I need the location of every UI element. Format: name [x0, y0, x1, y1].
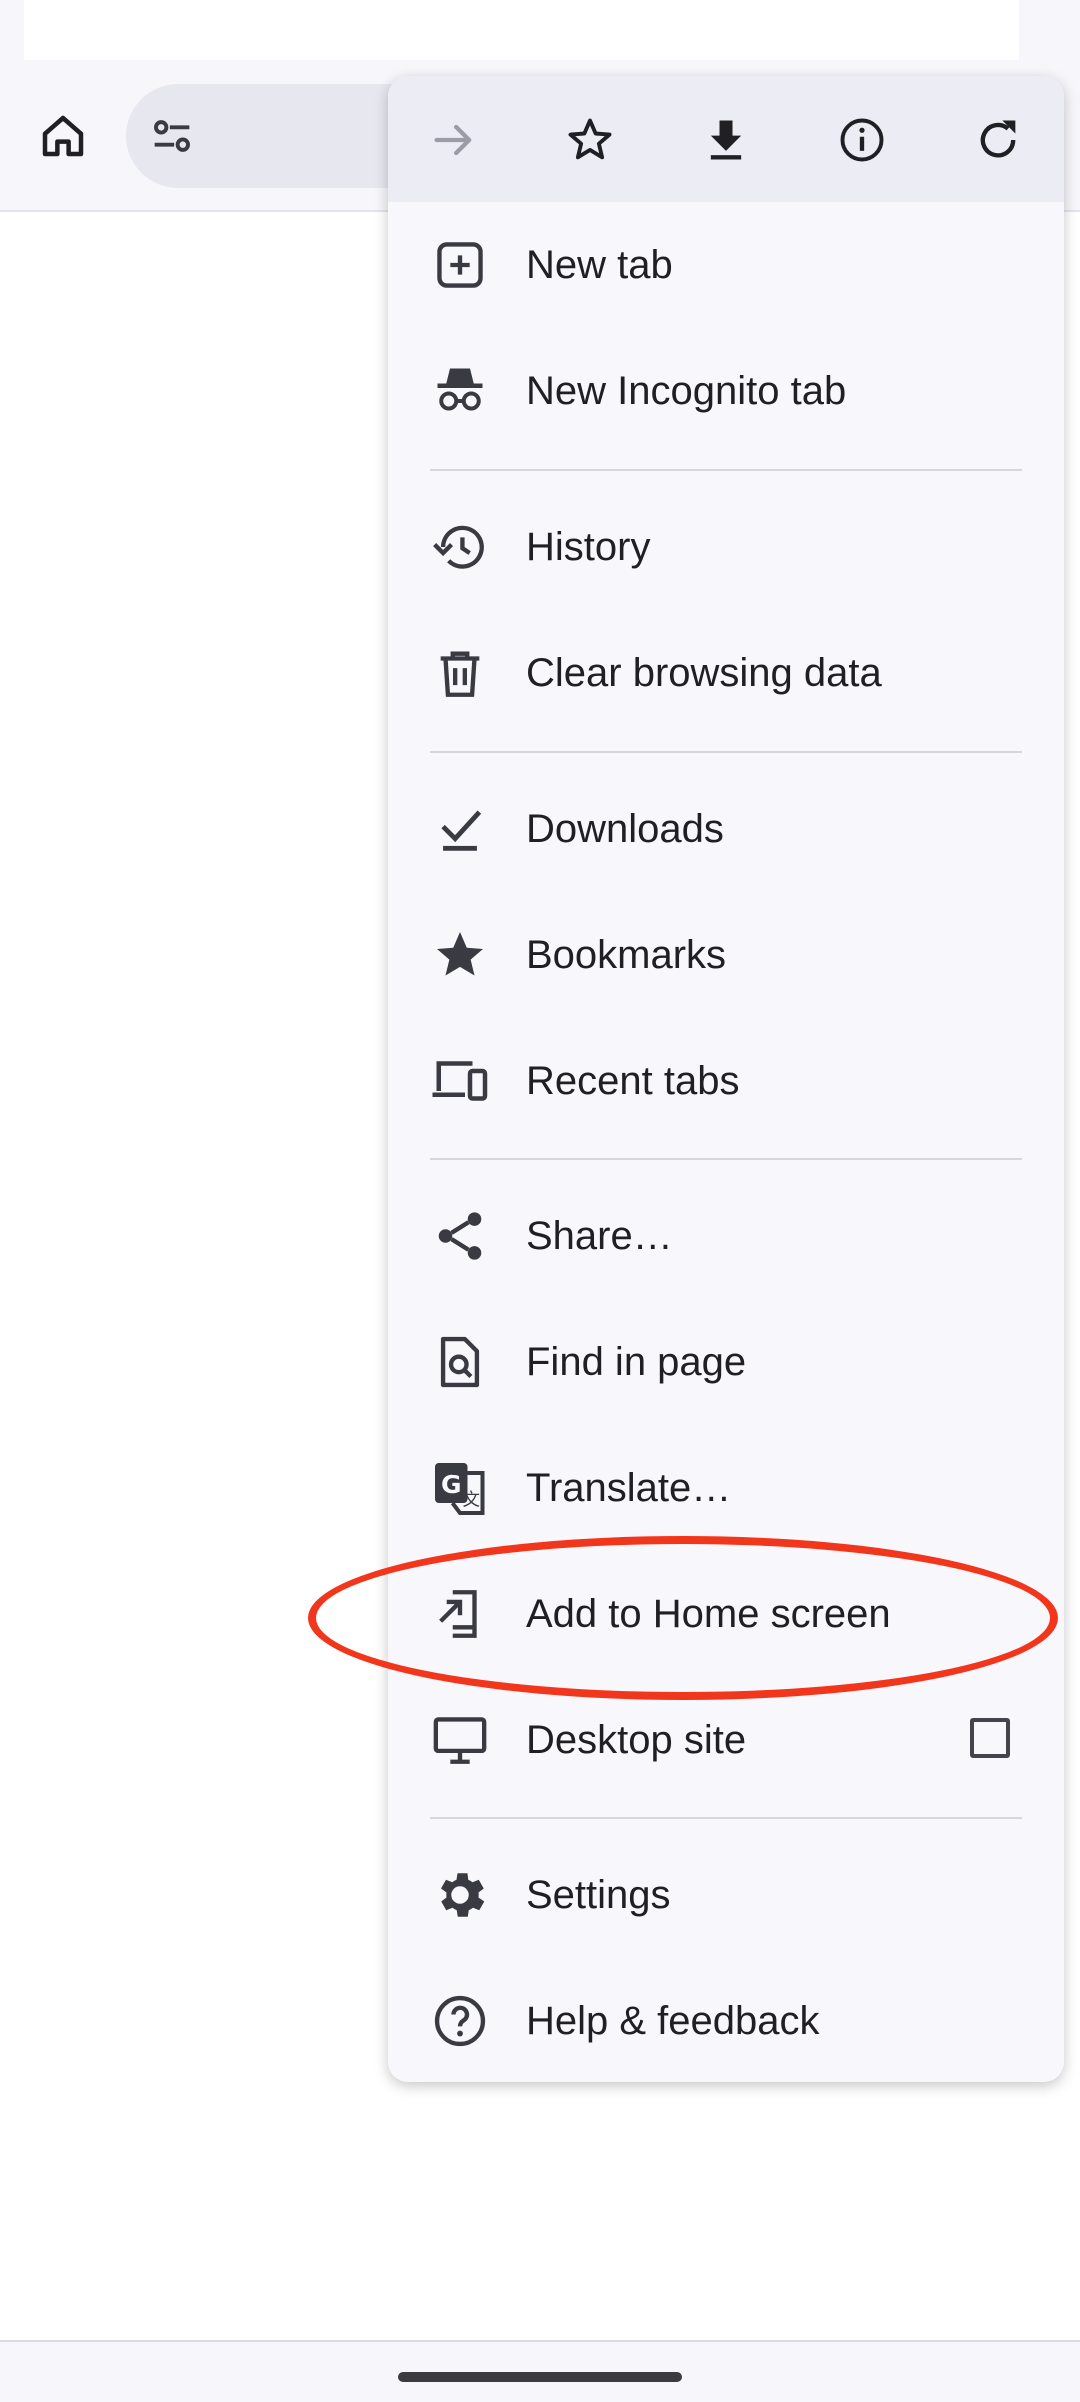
- help-icon: [430, 1991, 490, 2051]
- menu-item-label: Clear browsing data: [526, 651, 882, 695]
- menu-item-label: New Incognito tab: [526, 369, 847, 413]
- tune-icon[interactable]: [146, 110, 198, 162]
- home-icon[interactable]: [30, 103, 96, 169]
- download-done-icon: [430, 799, 490, 859]
- trash-icon: [430, 643, 490, 703]
- menu-item-label: Add to Home screen: [526, 1592, 891, 1636]
- page-content: [0, 212, 388, 2342]
- menu-item-label: History: [526, 525, 651, 569]
- menu-item-share[interactable]: Share…: [388, 1173, 1064, 1299]
- info-icon[interactable]: [830, 108, 894, 172]
- menu-item-label: Translate…: [526, 1466, 732, 1510]
- menu-item-find-in-page[interactable]: Find in page: [388, 1299, 1064, 1425]
- menu-item-label: Desktop site: [526, 1718, 747, 1762]
- menu-item-clear-browsing-data[interactable]: Clear browsing data: [388, 610, 1064, 736]
- menu-item-recent-tabs[interactable]: Recent tabs: [388, 1018, 1064, 1144]
- menu-item-label: Settings: [526, 1873, 671, 1917]
- menu-item-desktop-site[interactable]: Desktop site: [388, 1677, 1064, 1803]
- menu-icon-row: [388, 76, 1064, 202]
- share-icon: [430, 1206, 490, 1266]
- menu-item-label: Bookmarks: [526, 933, 727, 977]
- menu-item-label: Find in page: [526, 1340, 747, 1384]
- download-icon[interactable]: [694, 108, 758, 172]
- system-nav-bar: [0, 2340, 1080, 2402]
- menu-item-settings[interactable]: Settings: [388, 1832, 1064, 1958]
- add-to-home-icon: [430, 1584, 490, 1644]
- incognito-icon: [430, 361, 490, 421]
- menu-item-downloads[interactable]: Downloads: [388, 766, 1064, 892]
- menu-item-new-incognito-tab[interactable]: New Incognito tab: [388, 328, 1064, 454]
- menu-item-help-feedback[interactable]: Help & feedback: [388, 1958, 1064, 2082]
- menu-item-label: Recent tabs: [526, 1059, 740, 1103]
- menu-divider: [430, 469, 1022, 471]
- star-outline-icon[interactable]: [558, 108, 622, 172]
- menu-item-history[interactable]: History: [388, 484, 1064, 610]
- menu-item-label: Downloads: [526, 807, 724, 851]
- overflow-menu: New tab New Incognito tab History Clear …: [388, 76, 1064, 2082]
- star-filled-icon: [430, 925, 490, 985]
- svg-text:文: 文: [463, 1491, 481, 1511]
- menu-item-label: Share…: [526, 1214, 673, 1258]
- desktop-icon: [430, 1710, 490, 1770]
- menu-item-new-tab[interactable]: New tab: [388, 202, 1064, 328]
- desktop-site-checkbox[interactable]: [970, 1718, 1010, 1758]
- plus-box-icon: [430, 235, 490, 295]
- gear-icon: [430, 1865, 490, 1925]
- menu-item-bookmarks[interactable]: Bookmarks: [388, 892, 1064, 1018]
- menu-divider: [430, 751, 1022, 753]
- refresh-icon[interactable]: [966, 108, 1030, 172]
- gesture-handle[interactable]: [398, 2372, 682, 2382]
- menu-item-label: Help & feedback: [526, 1999, 820, 2043]
- forward-arrow-icon[interactable]: [422, 108, 486, 172]
- translate-icon: G文: [430, 1458, 490, 1518]
- menu-item-add-to-home-screen[interactable]: Add to Home screen: [388, 1551, 1064, 1677]
- menu-divider: [430, 1817, 1022, 1819]
- top-page-strip: [24, 0, 1019, 60]
- menu-item-label: New tab: [526, 243, 673, 287]
- history-icon: [430, 517, 490, 577]
- menu-divider: [430, 1158, 1022, 1160]
- find-in-page-icon: [430, 1332, 490, 1392]
- devices-icon: [430, 1051, 490, 1111]
- menu-item-translate[interactable]: G文 Translate…: [388, 1425, 1064, 1551]
